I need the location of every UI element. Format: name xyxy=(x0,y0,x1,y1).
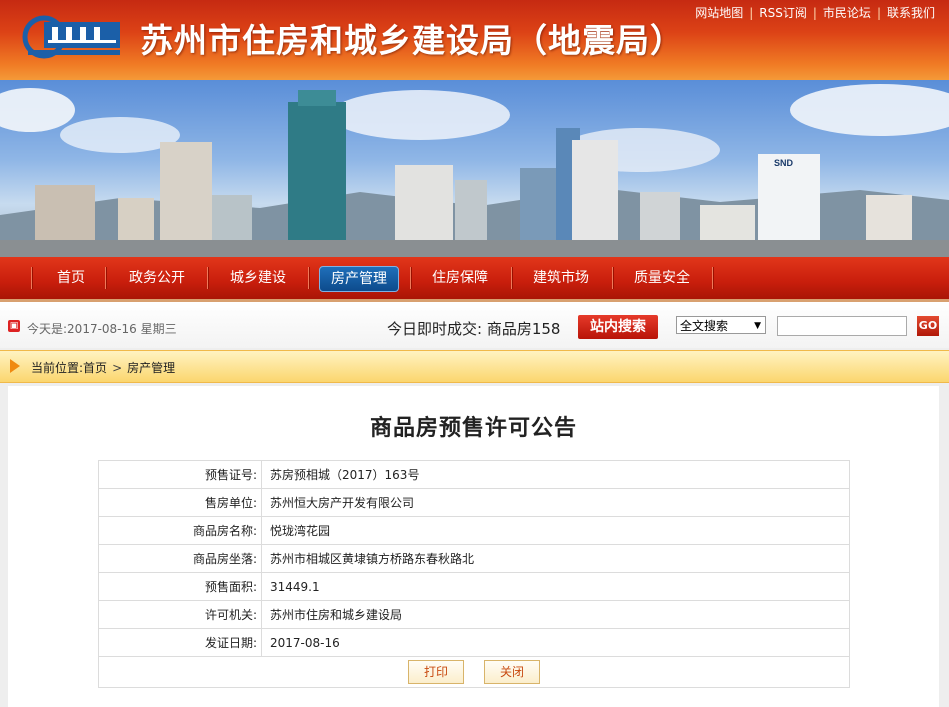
field-label: 售房单位: xyxy=(98,488,262,517)
calendar-icon: ▣ xyxy=(8,320,20,332)
go-button[interactable]: GO xyxy=(917,316,939,336)
breadcrumb-prefix: 当前位置: xyxy=(31,361,84,375)
breadcrumb-home[interactable]: 首页 xyxy=(83,361,107,375)
presale-area: 31449.1 xyxy=(261,572,850,601)
breadcrumb: 当前位置:首页 > 房产管理 xyxy=(0,350,949,383)
forum-link[interactable]: 市民论坛 xyxy=(817,6,877,20)
page-title: 商品房预售许可公告 xyxy=(369,415,577,441)
search-scope-value: 全文搜索 xyxy=(680,319,729,333)
rss-link[interactable]: RSS订阅 xyxy=(753,6,813,20)
print-button[interactable]: 打印 xyxy=(408,660,464,684)
seller: 苏州恒大房产开发有限公司 xyxy=(261,488,850,517)
property-name: 悦珑湾花园 xyxy=(261,516,850,545)
chevron-right-icon: > xyxy=(112,361,123,375)
contact-link[interactable]: 联系我们 xyxy=(881,6,941,20)
main-nav: 首页 政务公开 城乡建设 房产管理 住房保障 建筑市场 质量安全 xyxy=(0,257,949,302)
nav-housing-management[interactable]: 房产管理 xyxy=(319,266,399,292)
site-title: 苏州市住房和城乡建设局（地震局） xyxy=(140,21,684,60)
today-date: 今天是:2017-08-16 星期三 xyxy=(27,322,177,336)
permit-number: 苏房预相城（2017）163号 xyxy=(261,460,850,489)
table-row: 许可机关: 苏州市住房和城乡建设局 xyxy=(98,600,850,629)
breadcrumb-trail: 当前位置:首页 > 房产管理 xyxy=(31,359,175,376)
breadcrumb-current[interactable]: 房产管理 xyxy=(127,361,175,375)
field-label: 预售证号: xyxy=(98,460,262,489)
table-row: 预售证号: 苏房预相城（2017）163号 xyxy=(98,460,850,489)
nav-divider xyxy=(712,267,714,289)
property-location: 苏州市相城区黄埭镇方桥路东春秋路北 xyxy=(261,544,850,573)
licensing-authority: 苏州市住房和城乡建设局 xyxy=(261,600,850,629)
nav-divider xyxy=(105,267,107,289)
transaction-ticker: 今日即时成交: 商品房158 xyxy=(387,320,561,338)
field-label: 商品房坐落: xyxy=(98,544,262,573)
nav-divider xyxy=(207,267,209,289)
search-scope-select[interactable]: 全文搜索 ▼ xyxy=(676,316,766,334)
nav-divider xyxy=(612,267,614,289)
nav-urban-rural-construction[interactable]: 城乡建设 xyxy=(219,266,297,290)
search-input[interactable] xyxy=(777,316,907,336)
site-logo[interactable] xyxy=(22,12,122,62)
nav-quality-safety[interactable]: 质量安全 xyxy=(623,266,701,290)
nav-divider xyxy=(308,267,310,289)
main-content: 商品房预售许可公告 预售证号: 苏房预相城（2017）163号 售房单位: 苏州… xyxy=(8,386,939,707)
table-row: 发证日期: 2017-08-16 xyxy=(98,628,850,657)
sitemap-link[interactable]: 网站地图 xyxy=(689,6,749,20)
top-links: 网站地图 | RSS订阅 | 市民论坛 | 联系我们 xyxy=(689,4,941,21)
city-skyline-banner: SND xyxy=(0,80,949,257)
info-bar: ▣ 今天是:2017-08-16 星期三 今日即时成交: 商品房158 站内搜索… xyxy=(0,302,949,348)
close-button[interactable]: 关闭 xyxy=(484,660,540,684)
button-cell: 打印 关闭 xyxy=(98,656,850,688)
dropdown-arrow-icon: ▼ xyxy=(754,321,761,331)
site-header: 苏州市住房和城乡建设局（地震局） 网站地图 | RSS订阅 | 市民论坛 | 联系我们 xyxy=(0,0,949,80)
nav-housing-security[interactable]: 住房保障 xyxy=(421,266,499,290)
nav-government-affairs[interactable]: 政务公开 xyxy=(118,266,196,290)
issue-date: 2017-08-16 xyxy=(261,628,850,657)
field-label: 发证日期: xyxy=(98,628,262,657)
nav-divider xyxy=(511,267,513,289)
breadcrumb-arrow-icon xyxy=(10,359,20,373)
nav-home[interactable]: 首页 xyxy=(42,266,100,290)
field-label: 预售面积: xyxy=(98,572,262,601)
nav-divider xyxy=(31,267,33,289)
button-row: 打印 关闭 xyxy=(98,656,850,688)
table-row: 商品房坐落: 苏州市相城区黄埭镇方桥路东春秋路北 xyxy=(98,544,850,573)
site-search-label: 站内搜索 xyxy=(578,315,658,339)
table-row: 商品房名称: 悦珑湾花园 xyxy=(98,516,850,545)
permit-info-table: 预售证号: 苏房预相城（2017）163号 售房单位: 苏州恒大房产开发有限公司… xyxy=(98,460,850,688)
nav-divider xyxy=(410,267,412,289)
field-label: 商品房名称: xyxy=(98,516,262,545)
table-row: 售房单位: 苏州恒大房产开发有限公司 xyxy=(98,488,850,517)
field-label: 许可机关: xyxy=(98,600,262,629)
building-sign: SND xyxy=(774,158,794,168)
table-row: 预售面积: 31449.1 xyxy=(98,572,850,601)
nav-construction-market[interactable]: 建筑市场 xyxy=(522,266,600,290)
